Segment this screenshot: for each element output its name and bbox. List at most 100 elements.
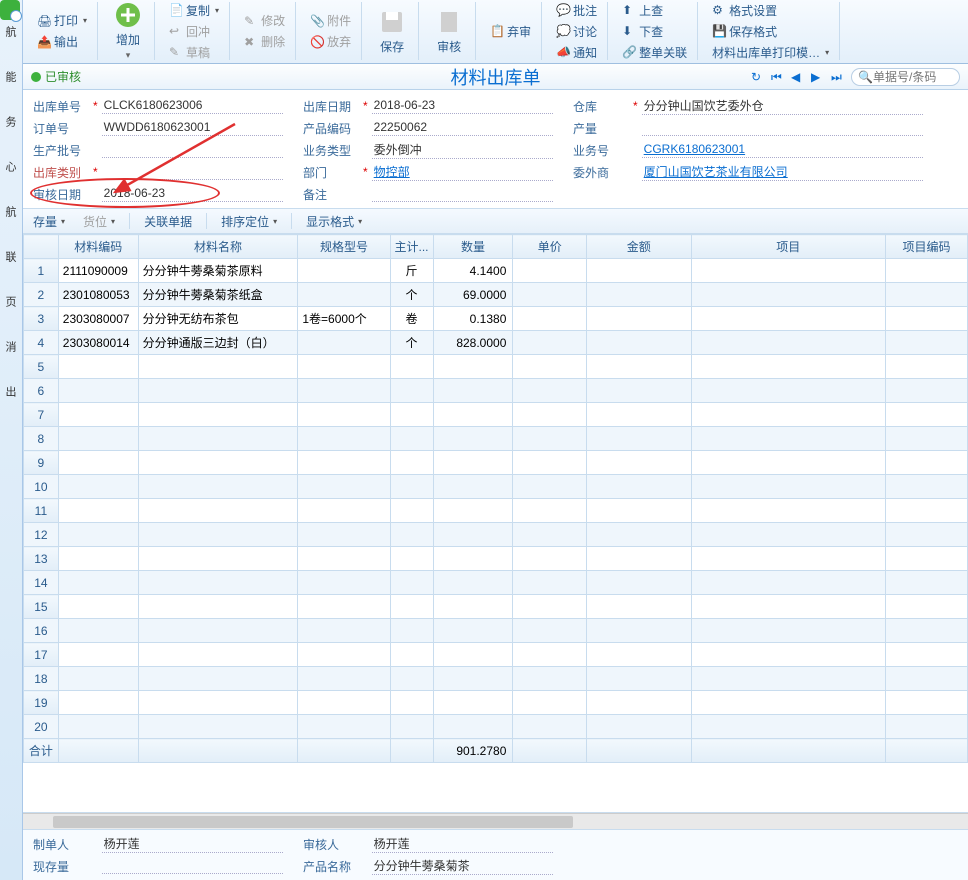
- table-row[interactable]: 13: [24, 547, 968, 571]
- audit-status: 已审核: [31, 68, 81, 85]
- horizontal-scrollbar[interactable]: [23, 813, 968, 829]
- table-row[interactable]: 12111090009分分钟牛蒡桑菊茶原料斤4.1400: [24, 259, 968, 283]
- sidebar-tab[interactable]: 能: [0, 69, 22, 84]
- data-grid[interactable]: 材料编码 材料名称 规格型号 主计... 数量 单价 金额 项目 项目编码 12…: [23, 234, 968, 813]
- outsourcer[interactable]: 厦门山国饮艺茶业有限公司: [642, 163, 923, 181]
- link-doc-button[interactable]: 关联单据: [140, 211, 196, 232]
- col-spec[interactable]: 规格型号: [298, 235, 390, 259]
- sidebar-tab[interactable]: 航: [0, 24, 22, 39]
- col-material-code[interactable]: 材料编码: [58, 235, 138, 259]
- location-button[interactable]: 货位▾: [79, 211, 119, 232]
- col-material-name[interactable]: 材料名称: [138, 235, 298, 259]
- col-unit[interactable]: 主计...: [390, 235, 433, 259]
- batch-no[interactable]: [102, 142, 283, 158]
- next-icon[interactable]: ▶: [811, 70, 825, 84]
- table-row[interactable]: 20: [24, 715, 968, 739]
- annotate-button[interactable]: 💬批注: [552, 1, 601, 20]
- display-button[interactable]: 显示格式▾: [302, 211, 366, 232]
- output-qty[interactable]: [642, 120, 923, 136]
- col-amount[interactable]: 金额: [587, 235, 691, 259]
- col-qty[interactable]: 数量: [433, 235, 513, 259]
- first-icon[interactable]: ⏮: [771, 70, 785, 84]
- status-dot-icon: [31, 72, 41, 82]
- discard-button[interactable]: 🚫放弃: [306, 32, 355, 51]
- add-button[interactable]: 增加▾: [108, 0, 148, 63]
- table-row[interactable]: 10: [24, 475, 968, 499]
- biz-no[interactable]: CGRK6180623001: [642, 142, 923, 158]
- sort-button[interactable]: 排序定位▾: [217, 211, 281, 232]
- refresh-icon[interactable]: ↻: [751, 70, 765, 84]
- format-set-button[interactable]: ⚙格式设置: [708, 1, 833, 20]
- prev-icon[interactable]: ◀: [791, 70, 805, 84]
- col-project[interactable]: 项目: [691, 235, 886, 259]
- table-row[interactable]: 16: [24, 619, 968, 643]
- sidebar-tab[interactable]: 页: [0, 294, 22, 309]
- sidebar-tab[interactable]: 消: [0, 339, 22, 354]
- print-button[interactable]: 🖨打印▾: [33, 11, 91, 30]
- outbound-type[interactable]: [102, 164, 283, 180]
- table-row[interactable]: 11: [24, 499, 968, 523]
- check-up-button[interactable]: ⬆上查: [618, 1, 691, 20]
- rollback-button[interactable]: ↩回冲: [165, 22, 223, 41]
- department[interactable]: 物控部: [372, 163, 553, 181]
- order-no[interactable]: WWDD6180623001: [102, 120, 283, 136]
- draft-button[interactable]: ✎草稿: [165, 43, 223, 62]
- table-row[interactable]: 12: [24, 523, 968, 547]
- warehouse[interactable]: 分分钟山国饮艺委外仓: [642, 97, 923, 115]
- check-down-button[interactable]: ⬇下查: [618, 22, 691, 41]
- biz-type[interactable]: 委外倒冲: [372, 141, 553, 159]
- notify-button[interactable]: 📣通知: [552, 43, 601, 62]
- table-row[interactable]: 7: [24, 403, 968, 427]
- delete-button[interactable]: ✖删除: [240, 32, 289, 51]
- audit-button[interactable]: 审核: [429, 6, 469, 57]
- table-row[interactable]: 42303080014分分钟通版三边封（白）个828.0000: [24, 331, 968, 355]
- grid-header: 材料编码 材料名称 规格型号 主计... 数量 单价 金额 项目 项目编码: [24, 235, 968, 259]
- search-input[interactable]: [873, 70, 953, 84]
- link-all-button[interactable]: 🔗整单关联: [618, 43, 691, 62]
- field-label: 出库日期: [303, 98, 359, 115]
- field-label: 委外商: [573, 164, 629, 181]
- table-row[interactable]: 6: [24, 379, 968, 403]
- modify-button[interactable]: ✎修改: [240, 11, 289, 30]
- audit-date[interactable]: 2018-06-23: [102, 186, 283, 202]
- abandon-audit-button[interactable]: 📋弃审: [486, 22, 535, 41]
- col-price[interactable]: 单价: [513, 235, 587, 259]
- stock-button[interactable]: 存量▾: [29, 211, 69, 232]
- table-row[interactable]: 19: [24, 691, 968, 715]
- sidebar-tab[interactable]: 联: [0, 249, 22, 264]
- outbound-date[interactable]: 2018-06-23: [372, 98, 553, 114]
- search-box[interactable]: 🔍: [851, 68, 960, 86]
- output-button[interactable]: 📤输出: [33, 32, 91, 51]
- remark[interactable]: [372, 186, 553, 202]
- sidebar-tab[interactable]: 出: [0, 384, 22, 399]
- field-label: 仓库: [573, 98, 629, 115]
- copy-button[interactable]: 📄复制▾: [165, 1, 223, 20]
- table-row[interactable]: 22301080053分分钟牛蒡桑菊茶纸盒个69.0000: [24, 283, 968, 307]
- table-row[interactable]: 5: [24, 355, 968, 379]
- discard-icon: 🚫: [310, 35, 324, 49]
- table-row[interactable]: 17: [24, 643, 968, 667]
- save-button[interactable]: 保存: [372, 6, 412, 57]
- save-format-button[interactable]: 💾保存格式: [708, 22, 833, 41]
- table-row[interactable]: 15: [24, 595, 968, 619]
- field-label: 出库单号: [33, 98, 89, 115]
- product-code[interactable]: 22250062: [372, 120, 553, 136]
- attachment-button[interactable]: 📎附件: [306, 11, 355, 30]
- product-name: 分分钟牛蒡桑菊茶: [372, 857, 553, 875]
- table-row[interactable]: 14: [24, 571, 968, 595]
- search-icon: 🔍: [858, 70, 873, 84]
- table-row[interactable]: 18: [24, 667, 968, 691]
- col-project-code[interactable]: 项目编码: [886, 235, 968, 259]
- attachment-icon: 📎: [310, 14, 324, 28]
- sidebar-tab[interactable]: 务: [0, 114, 22, 129]
- outbound-no[interactable]: CLCK6180623006: [102, 98, 283, 114]
- table-row[interactable]: 9: [24, 451, 968, 475]
- discuss-button[interactable]: 💭讨论: [552, 22, 601, 41]
- footer-form: 制单人*杨开莲 审核人*杨开莲 现存量* 产品名称*分分钟牛蒡桑菊茶: [23, 829, 968, 880]
- sidebar-tab[interactable]: 心: [0, 159, 22, 174]
- last-icon[interactable]: ⏭: [831, 70, 845, 84]
- table-row[interactable]: 32303080007分分钟无纺布茶包1卷=6000个卷0.1380: [24, 307, 968, 331]
- sidebar-tab[interactable]: 航: [0, 204, 22, 219]
- print-template-button[interactable]: 材料出库单打印模…▾: [708, 43, 833, 62]
- table-row[interactable]: 8: [24, 427, 968, 451]
